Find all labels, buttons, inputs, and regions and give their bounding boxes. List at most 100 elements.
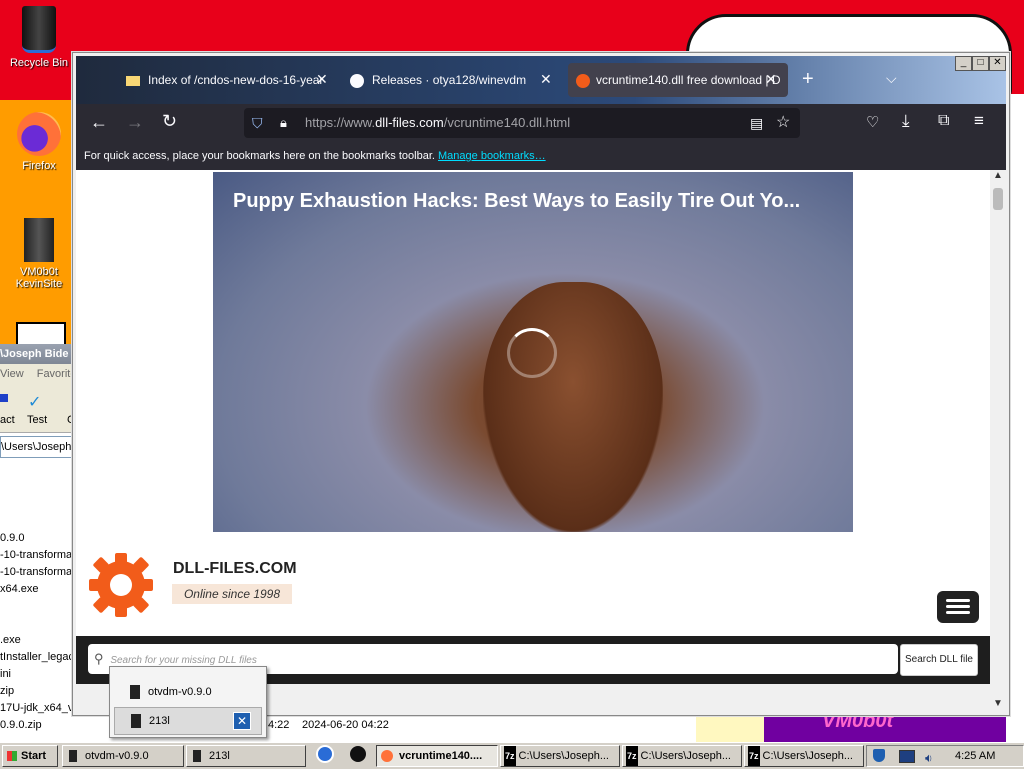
video-player[interactable]: Puppy Exhaustion Hacks: Best Ways to Eas… <box>213 172 853 532</box>
scroll-up-icon[interactable]: ▲ <box>993 170 1003 181</box>
taskbar-btn-7zip-2[interactable]: 7z C:\Users\Joseph... <box>622 745 742 767</box>
url-text[interactable]: https://www.dll-files.com/vcruntime140.d… <box>305 108 570 138</box>
wallpaper-yellow <box>696 714 766 742</box>
popup-item-label: 213l <box>149 715 170 727</box>
file-item[interactable]: 0.9.0 <box>0 532 24 544</box>
taskbar-btn-otvdm[interactable]: otvdm-v0.9.0 <box>62 745 184 767</box>
url-domain: dll-files.com <box>375 115 444 130</box>
file-date: 2024-06-20 04:22 <box>302 719 389 731</box>
desktop-icon-recycle-bin[interactable]: Recycle Bin <box>4 6 74 69</box>
reload-icon[interactable]: ↻ <box>162 111 177 132</box>
explorer-menu: View Favorite <box>0 364 80 384</box>
7zip-icon: 7z <box>504 746 516 766</box>
url-bar[interactable]: ⛉ 🔒︎ https://www.dll-files.com/vcruntime… <box>244 108 800 138</box>
scrollbar-thumb[interactable] <box>993 188 1003 210</box>
tab-label: vcruntime140.dll free download | D <box>596 73 781 87</box>
desktop-icon-firefox[interactable]: Firefox <box>4 112 74 172</box>
minimize-button[interactable]: _ <box>955 56 972 71</box>
bookmarks-hint: For quick access, place your bookmarks h… <box>84 150 435 162</box>
hamburger-line <box>946 599 970 602</box>
toolbar-test[interactable]: Test <box>27 414 47 426</box>
scroll-down-icon[interactable]: ▼ <box>993 698 1003 709</box>
desktop-icon-vm0b0t[interactable]: VM0b0t KevinSite <box>4 218 74 290</box>
start-label: Start <box>21 750 47 762</box>
quicklaunch-icon[interactable] <box>316 745 334 763</box>
explorer-address-bar[interactable]: \Users\Joseph <box>0 436 78 458</box>
app-menu-icon[interactable]: ≡ <box>974 111 984 131</box>
folder-icon <box>126 75 140 86</box>
7zip-icon: 7z <box>748 746 760 766</box>
new-tab-icon[interactable]: + <box>802 68 814 91</box>
popup-close-icon[interactable]: ✕ <box>233 712 251 730</box>
tab-winevdm-releases[interactable]: Releases · otya128/winevdm <box>346 63 556 97</box>
file-item[interactable]: zip <box>0 685 14 697</box>
desktop-icon-label: VM0b0t KevinSite <box>15 266 63 290</box>
popup-item-213l[interactable]: 213l ✕ <box>114 707 262 735</box>
file-item[interactable]: 17U-jdk_x64_v <box>0 702 73 714</box>
dll-files-logo-icon[interactable] <box>86 550 156 620</box>
file-item[interactable]: -10-transforma <box>0 549 72 561</box>
tab-label: Releases · otya128/winevdm <box>372 73 527 87</box>
file-item[interactable]: -10-transforma <box>0 566 72 578</box>
tab-label: Index of /cndos-new-dos-16-year <box>148 73 324 87</box>
taskbar-btn-7zip-3[interactable]: 7z C:\Users\Joseph... <box>744 745 864 767</box>
pocket-icon[interactable]: ♡ <box>866 113 879 131</box>
menu-favorites[interactable]: Favorite <box>37 368 77 380</box>
search-icon: ⚲ <box>94 651 104 666</box>
tab-vcruntime-dll[interactable]: vcruntime140.dll free download | D <box>568 63 788 97</box>
menu-view[interactable]: View <box>0 368 24 380</box>
taskbar-btn-213l[interactable]: 213l <box>186 745 306 767</box>
shield-tray-icon[interactable] <box>873 749 885 762</box>
tab-close-icon[interactable]: ✕ <box>316 71 328 88</box>
start-button[interactable]: Start <box>2 745 58 767</box>
recycle-bin-icon <box>22 6 56 53</box>
file-item[interactable]: tInstaller_legac <box>0 651 74 663</box>
firefox-icon <box>381 750 393 763</box>
maximize-button[interactable]: □ <box>972 56 989 71</box>
manage-bookmarks-link[interactable]: Manage bookmarks… <box>438 150 546 162</box>
forward-arrow-icon[interactable]: → <box>126 112 144 133</box>
tab-close-icon[interactable]: ✕ <box>765 71 777 88</box>
popup-item-otvdm[interactable]: otvdm-v0.9.0 <box>114 679 260 705</box>
windows-logo-icon <box>7 751 17 762</box>
taskbar-btn-label: vcruntime140.... <box>399 750 483 762</box>
file-item[interactable]: .exe <box>0 634 21 646</box>
hamburger-menu-button[interactable] <box>937 591 979 623</box>
bookmark-star-icon[interactable]: ☆ <box>776 108 790 138</box>
desktop-icon-label: Recycle Bin <box>9 57 69 69</box>
page-scrollbar[interactable]: ▲ ▼ <box>990 170 1006 714</box>
puppy-image <box>483 282 663 532</box>
brand-tagline: Online since 1998 <box>172 584 292 604</box>
taskbar-btn-7zip-1[interactable]: 7z C:\Users\Joseph... <box>500 745 620 767</box>
taskbar-group-popup: otvdm-v0.9.0 213l ✕ <box>109 666 267 738</box>
explorer-toolbar: act ✓ Test C <box>0 384 80 433</box>
downloads-icon[interactable]: ⤓ <box>902 111 910 131</box>
clock[interactable]: 4:25 AM <box>955 746 995 766</box>
github-icon <box>350 73 364 88</box>
taskbar-btn-firefox[interactable]: vcruntime140.... <box>376 745 498 767</box>
popup-item-label: otvdm-v0.9.0 <box>148 686 212 698</box>
network-tray-icon[interactable] <box>899 750 915 763</box>
search-dll-button[interactable]: Search DLL file <box>900 644 978 676</box>
extensions-icon[interactable]: ⧉ <box>938 112 949 130</box>
explorer-title: \Joseph Bide <box>0 344 80 364</box>
toolbar-extract[interactable]: act <box>0 414 15 426</box>
lock-icon[interactable]: 🔒︎ <box>280 108 287 138</box>
shield-icon[interactable]: ⛉ <box>252 108 263 138</box>
app-icon <box>130 685 140 700</box>
file-item[interactable]: 0.9.0.zip <box>0 719 42 731</box>
file-item[interactable]: ini <box>0 668 11 680</box>
url-prefix: https://www. <box>305 115 376 130</box>
reader-view-icon[interactable]: ▤ <box>750 108 763 138</box>
dll-files-icon <box>576 73 590 88</box>
tab-close-icon[interactable]: ✕ <box>540 71 552 88</box>
speaker-tray-icon[interactable]: 🔉︎ <box>925 748 933 768</box>
url-path: /vcruntime140.dll.html <box>443 115 571 130</box>
github-icon[interactable] <box>350 746 366 762</box>
taskbar-btn-label: C:\Users\Joseph... <box>762 750 853 762</box>
back-arrow-icon[interactable]: ← <box>90 112 108 133</box>
close-button[interactable]: ✕ <box>989 56 1006 71</box>
brand-name[interactable]: DLL-FILES.COM <box>173 560 297 578</box>
file-item[interactable]: x64.exe <box>0 583 39 595</box>
tab-list-chevron-icon[interactable]: ⌵ <box>886 70 897 87</box>
